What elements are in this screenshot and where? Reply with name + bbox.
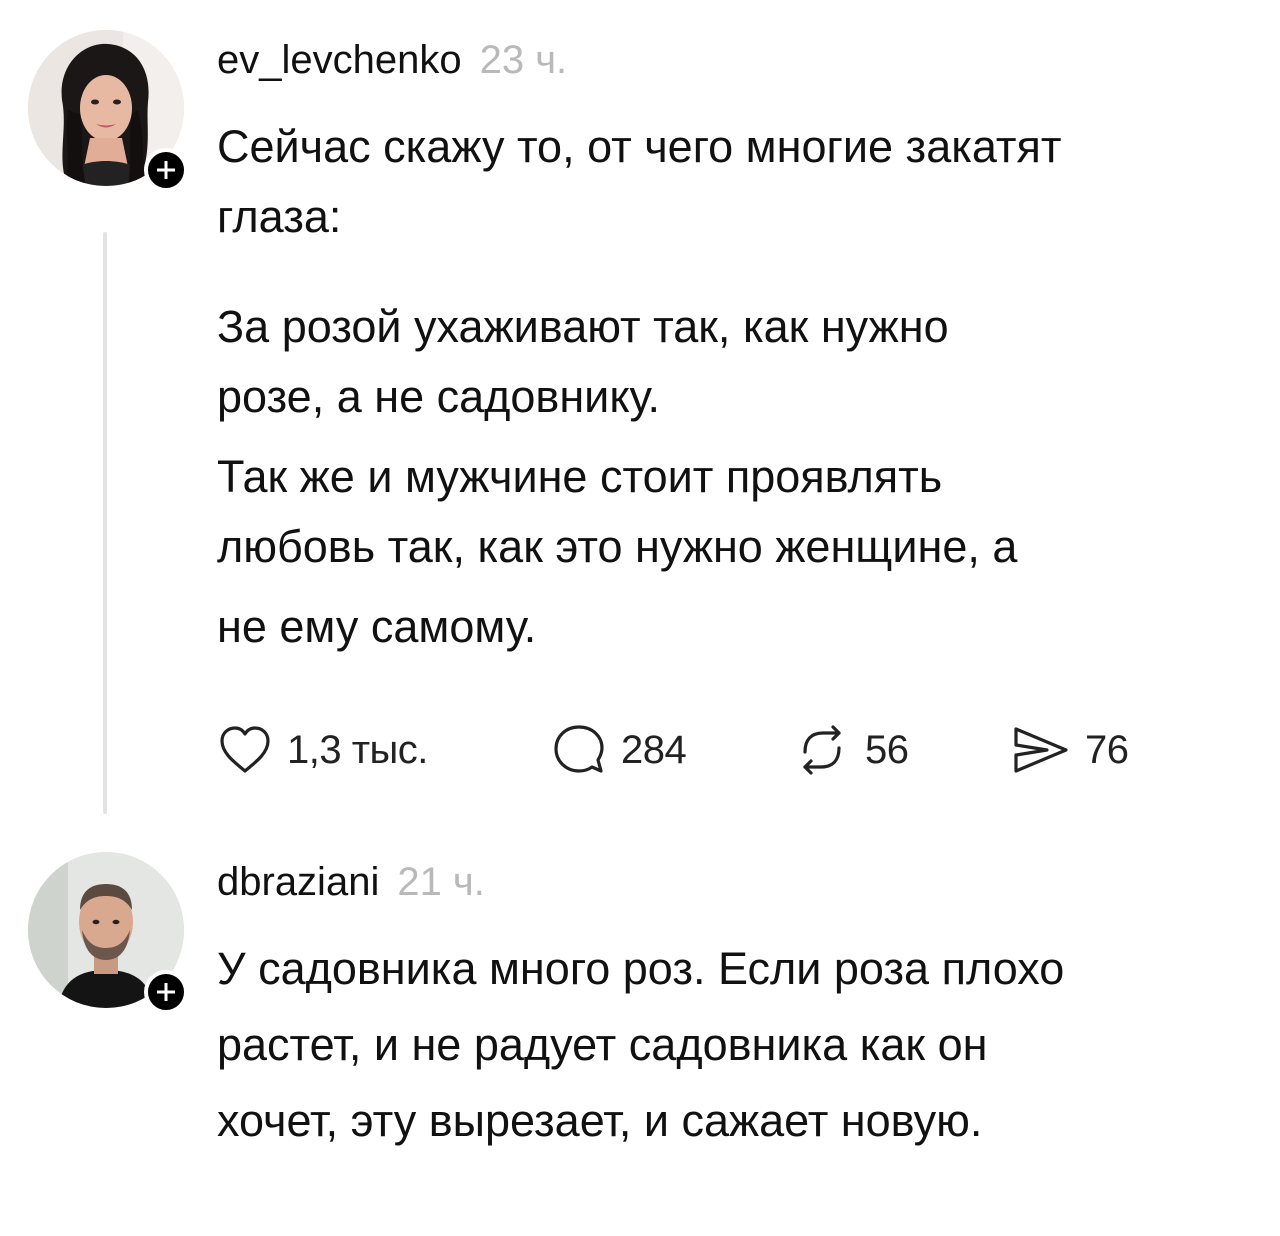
post-header: dbraziani 21 ч. <box>217 860 485 905</box>
post-text-line: любовь так, как это нужно женщине, а <box>217 521 1018 572</box>
post-header: ev_levchenko 23 ч. <box>217 38 567 83</box>
repost-count: 56 <box>865 727 909 772</box>
follow-button[interactable] <box>144 970 188 1014</box>
post-text-line: Так же и мужчине стоит проявлять <box>217 451 943 502</box>
post-ev-levchenko: ev_levchenko 23 ч. Сейчас скажу то, от ч… <box>0 0 1280 830</box>
follow-button[interactable] <box>144 148 188 192</box>
timestamp: 23 ч. <box>479 38 568 82</box>
post-text-line: глаза: <box>217 191 342 242</box>
plus-icon <box>157 161 175 179</box>
reply-button[interactable]: 284 <box>551 718 687 782</box>
share-count: 76 <box>1085 727 1129 772</box>
username[interactable]: dbraziani <box>217 860 379 905</box>
post-text-line: растет, и не радует садовника как он <box>217 1019 988 1070</box>
post-text-line: За розой ухаживают так, как нужно <box>217 301 949 352</box>
comment-icon <box>554 725 604 773</box>
post-text-line: Сейчас скажу то, от чего многие закатят <box>217 121 1062 172</box>
avatar-ev-levchenko-wrap[interactable] <box>28 30 188 192</box>
post-text-line: У садовника много роз. Если роза плохо <box>217 943 1065 994</box>
like-button[interactable]: 1,3 тыс. <box>217 718 428 782</box>
post-text-line: розе, а не садовнику. <box>217 371 661 422</box>
like-count: 1,3 тыс. <box>287 727 428 772</box>
username[interactable]: ev_levchenko <box>217 38 462 83</box>
post-dbraziani: dbraziani 21 ч. У садовника много роз. Е… <box>0 830 1280 1236</box>
heart-icon <box>220 726 270 773</box>
thread-line <box>103 232 107 814</box>
reply-count: 284 <box>621 727 687 772</box>
post-text-line: не ему самому. <box>217 601 537 652</box>
timestamp: 21 ч. <box>397 860 485 904</box>
post-text-line: хочет, эту вырезает, и сажает новую. <box>217 1095 983 1146</box>
repost-icon <box>803 725 841 775</box>
post-actions: 1,3 тыс. 284 56 76 <box>217 718 1177 782</box>
avatar-dbraziani-wrap[interactable] <box>28 852 188 1014</box>
plus-icon <box>157 983 175 1001</box>
repost-button[interactable]: 56 <box>793 718 909 782</box>
send-icon <box>1014 727 1068 773</box>
share-button[interactable]: 76 <box>1011 718 1129 782</box>
